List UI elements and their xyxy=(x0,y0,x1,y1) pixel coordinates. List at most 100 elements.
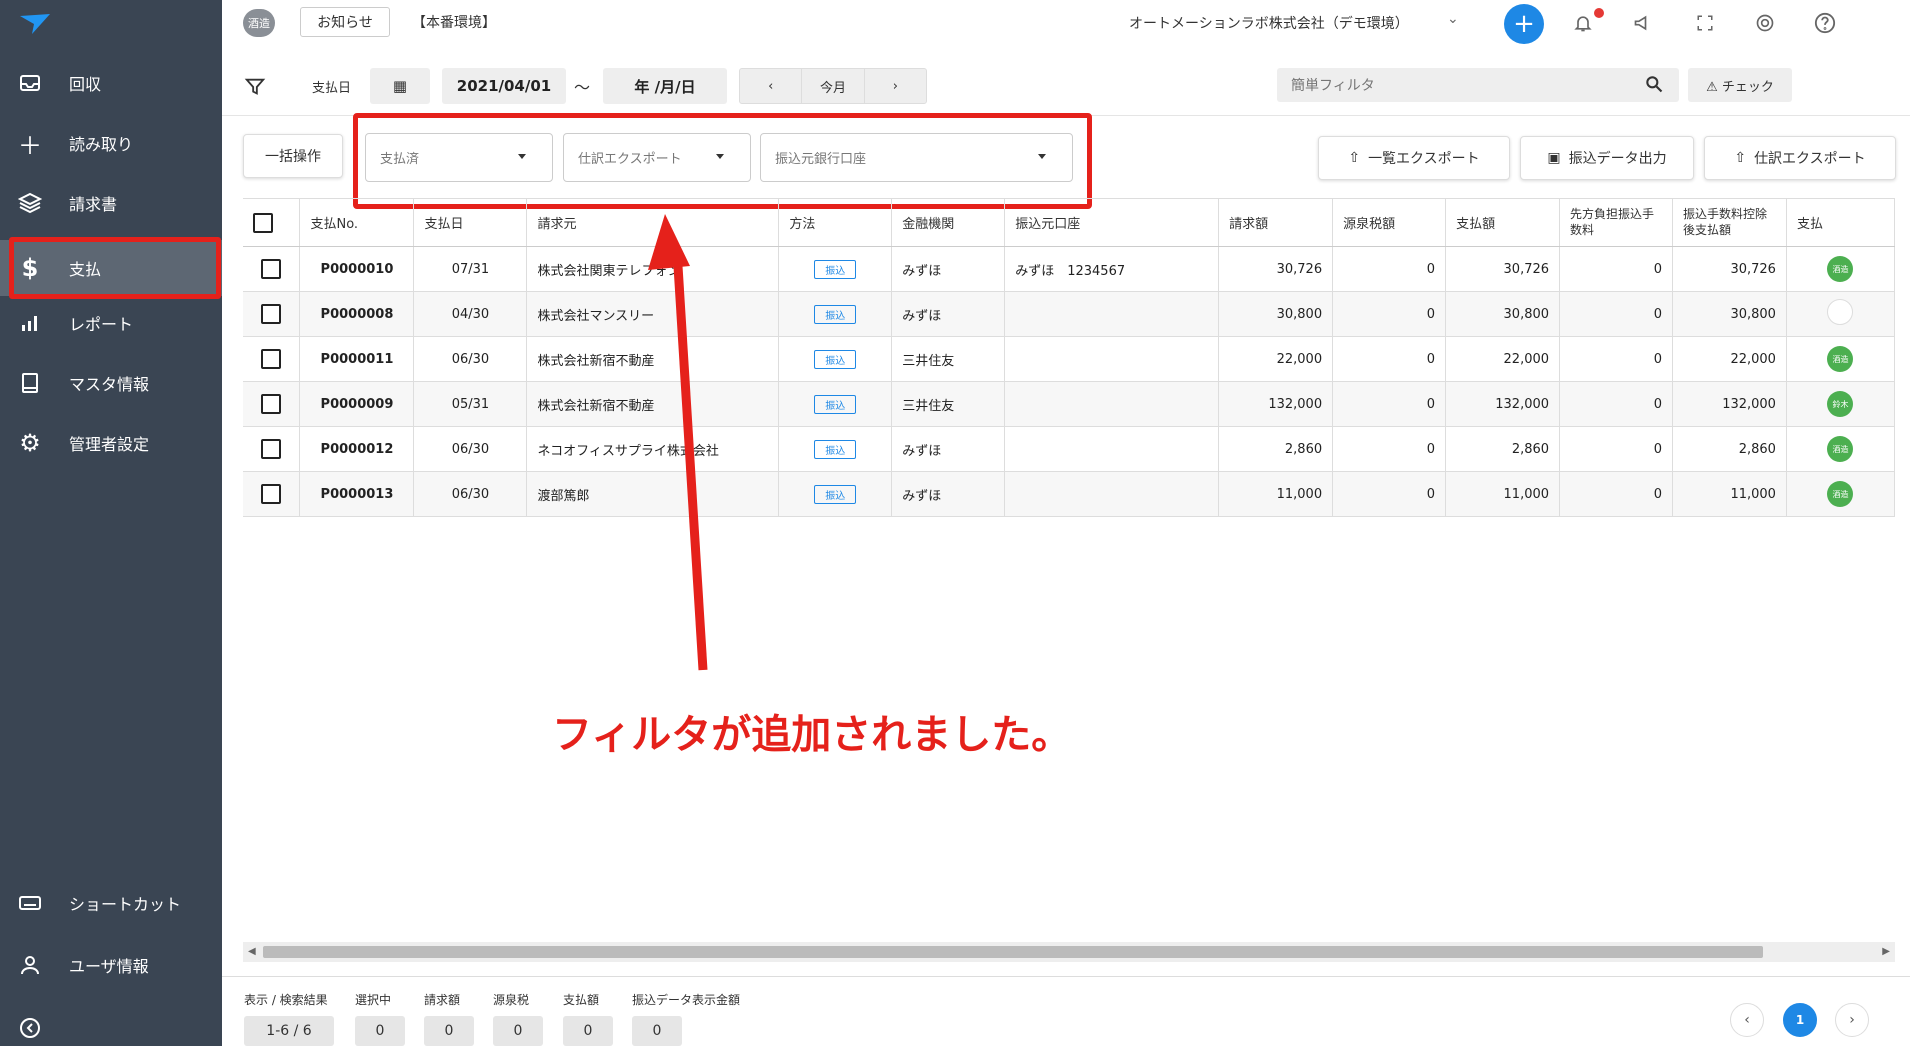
prev-page-button[interactable]: ‹ xyxy=(1730,1003,1764,1037)
payment-number-link[interactable]: P0000010 xyxy=(299,246,415,292)
next-month-button[interactable]: › xyxy=(865,69,926,103)
column-header[interactable]: 請求元 xyxy=(526,198,780,247)
table-row[interactable]: P0000009 05/31 株式会社新宿不動産 振込 三井住友 132,000 0 132,… xyxy=(243,381,1896,427)
table-row[interactable]: P0000012 06/30 ネコオフィスサプライ株式会社 振込 みずほ 2,860 0 2,… xyxy=(243,426,1896,472)
payment-status[interactable]: 酒造 xyxy=(1786,336,1896,382)
payment-number-link[interactable]: P0000011 xyxy=(299,336,415,382)
column-header[interactable]: 請求額 xyxy=(1218,198,1334,247)
row-checkbox-cell[interactable] xyxy=(243,426,301,472)
date-from-input[interactable]: 2021/04/01 xyxy=(442,68,566,104)
sidebar-collapse-button[interactable] xyxy=(0,1000,222,1046)
column-header[interactable]: 金融機関 xyxy=(891,198,1006,247)
table-row[interactable]: P0000010 07/31 株式会社関東テレフォン 振込 みずほ みずほ 1234567… xyxy=(243,246,1896,292)
this-month-button[interactable]: 今月 xyxy=(802,69,865,103)
sidebar-item-user[interactable]: ユーザ情報 xyxy=(0,937,222,993)
select-all-checkbox[interactable] xyxy=(253,212,273,233)
help-icon[interactable] xyxy=(1812,10,1838,36)
annotation-caption: フィルタが追加されました。 xyxy=(552,712,1072,758)
filter-icon[interactable] xyxy=(244,76,266,98)
bulk-action-button[interactable]: 一括操作 xyxy=(243,134,343,178)
app-logo[interactable] xyxy=(18,12,52,36)
payment-status[interactable] xyxy=(1786,291,1896,337)
scrollbar-thumb[interactable] xyxy=(263,946,1763,958)
column-header[interactable]: 支払額 xyxy=(1445,198,1561,247)
add-button[interactable]: + xyxy=(1504,4,1544,44)
payment-number-link[interactable]: P0000008 xyxy=(299,291,415,337)
column-header[interactable]: 先方負担振込手数料 xyxy=(1559,198,1673,247)
date-to-input[interactable]: 年 /月/日 xyxy=(603,68,727,104)
journal-export-label: 仕訳エクスポート xyxy=(1754,151,1866,167)
payment-number-link[interactable]: P0000013 xyxy=(299,471,415,517)
megaphone-icon[interactable] xyxy=(1630,10,1656,36)
table-row[interactable]: P0000011 06/30 株式会社新宿不動産 振込 三井住友 22,000 0 22,00… xyxy=(243,336,1896,382)
support-icon[interactable] xyxy=(1752,10,1778,36)
sidebar-item-collection[interactable]: 回収 xyxy=(0,55,222,111)
status-badge[interactable]: 酒造 xyxy=(1827,256,1854,282)
next-page-button[interactable]: › xyxy=(1835,1003,1869,1037)
status-badge[interactable]: 酒造 xyxy=(1827,346,1854,372)
table-row[interactable]: P0000008 04/30 株式会社マンスリー 振込 みずほ 30,800 0 30,800… xyxy=(243,291,1896,337)
bell-icon[interactable] xyxy=(1570,10,1596,36)
column-header[interactable]: 振込手数料控除後支払額 xyxy=(1672,198,1787,247)
sidebar-item-invoices[interactable]: 請求書 xyxy=(0,175,222,231)
journal-export-button[interactable]: ⇧ 仕訳エクスポート xyxy=(1704,136,1896,180)
payment-status[interactable]: 鈴木 xyxy=(1786,381,1896,427)
status-badge[interactable]: 酒造 xyxy=(1827,436,1854,462)
status-badge[interactable]: 酒造 xyxy=(1827,481,1854,507)
sidebar-item-master[interactable]: マスタ情報 xyxy=(0,355,222,411)
chevron-down-icon[interactable]: ⌄ xyxy=(1447,11,1459,27)
sidebar-item-scan[interactable]: ＋ 読み取り xyxy=(0,115,222,171)
payment-status[interactable]: 酒造 xyxy=(1786,426,1896,472)
company-name[interactable]: オートメーションラボ株式会社（デモ環境） xyxy=(1129,13,1409,33)
sidebar-item-shortcuts[interactable]: ショートカット xyxy=(0,875,222,931)
column-header[interactable]: 支払 xyxy=(1786,198,1896,247)
summary-label: 支払額 xyxy=(563,993,600,1007)
row-checkbox-cell[interactable] xyxy=(243,336,301,382)
export-list-button[interactable]: ⇧ 一覧エクスポート xyxy=(1318,136,1510,180)
calendar-icon[interactable]: ▦ xyxy=(370,68,430,104)
status-badge[interactable]: 鈴木 xyxy=(1827,391,1854,417)
current-page-button[interactable]: 1 xyxy=(1783,1003,1817,1037)
status-badge[interactable] xyxy=(1827,299,1854,325)
payment-number-link[interactable]: P0000009 xyxy=(299,381,415,427)
sidebar-item-reports[interactable]: レポート xyxy=(0,295,222,351)
sidebar-item-admin[interactable]: ⚙ 管理者設定 xyxy=(0,415,222,471)
column-header[interactable]: 支払日 xyxy=(413,198,528,247)
row-checkbox[interactable] xyxy=(261,394,282,414)
scroll-left-icon[interactable]: ◀ xyxy=(248,946,256,957)
fullscreen-icon[interactable] xyxy=(1692,10,1718,36)
sidebar: 回収 ＋ 読み取り 請求書 $ 支払 レポート マスタ情報 ⚙ 管理者設定 ショ… xyxy=(0,0,222,1046)
payment-status[interactable]: 酒造 xyxy=(1786,246,1896,292)
check-button[interactable]: ⚠ チェック xyxy=(1688,68,1792,102)
column-header[interactable]: 支払No. xyxy=(299,198,415,247)
horizontal-scrollbar[interactable]: ◀ ▶ xyxy=(243,942,1895,962)
row-checkbox[interactable] xyxy=(261,259,282,279)
payment-number-link[interactable]: P0000012 xyxy=(299,426,415,472)
prev-month-button[interactable]: ‹ xyxy=(740,69,803,103)
column-header[interactable]: 方法 xyxy=(778,198,893,247)
column-header[interactable]: 源泉税額 xyxy=(1332,198,1447,247)
vendor-name: 渡部篤郎 xyxy=(526,471,780,517)
table-row[interactable]: P0000013 06/30 渡部篤郎 振込 みずほ 11,000 0 11,000 0 11,0… xyxy=(243,471,1896,517)
select-all-checkbox-cell[interactable] xyxy=(243,198,301,247)
transfer-data-output-button[interactable]: ▣ 振込データ出力 xyxy=(1520,136,1694,180)
column-header[interactable]: 振込元口座 xyxy=(1004,198,1220,247)
row-checkbox-cell[interactable] xyxy=(243,291,301,337)
search-icon[interactable] xyxy=(1644,74,1664,94)
row-checkbox-cell[interactable] xyxy=(243,471,301,517)
payment-status[interactable]: 酒造 xyxy=(1786,471,1896,517)
row-checkbox[interactable] xyxy=(261,349,282,369)
net-amount: 11,000 xyxy=(1672,471,1787,517)
row-checkbox-cell[interactable] xyxy=(243,246,301,292)
search-input[interactable] xyxy=(1277,68,1679,102)
row-checkbox-cell[interactable] xyxy=(243,381,301,427)
method-badge: 振込 xyxy=(814,484,857,504)
bank-name: 三井住友 xyxy=(891,336,1006,382)
summary-selected: 選択中 0 xyxy=(355,991,405,1046)
row-checkbox[interactable] xyxy=(261,439,282,459)
row-checkbox[interactable] xyxy=(261,484,282,504)
notice-button[interactable]: お知らせ xyxy=(300,7,390,37)
row-checkbox[interactable] xyxy=(261,304,282,324)
withholding-amount: 0 xyxy=(1332,381,1447,427)
scroll-right-icon[interactable]: ▶ xyxy=(1882,946,1890,957)
